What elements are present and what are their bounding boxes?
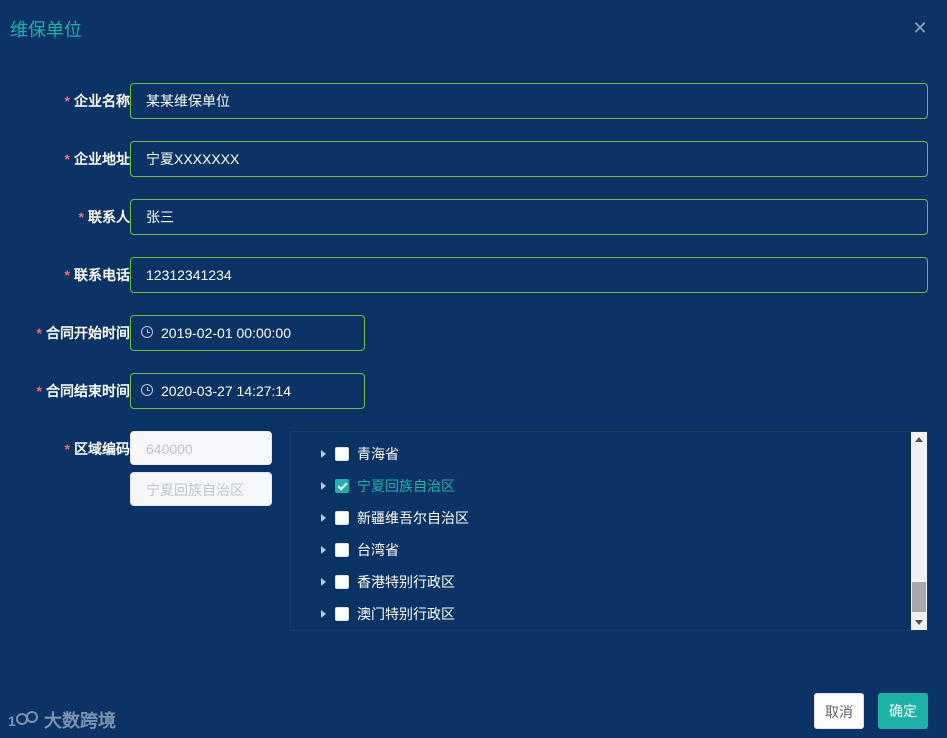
required-mark: * <box>64 151 70 167</box>
dialog-title: 维保单位 <box>10 20 82 40</box>
tree-node-label: 新疆维吾尔自治区 <box>357 510 469 526</box>
clock-icon <box>141 384 153 396</box>
watermark-text: 大数跨境 <box>44 711 116 731</box>
watermark-logo: 1 <box>8 711 38 729</box>
contract-start-label: * 合同开始时间 <box>36 325 130 341</box>
region-label: * 区域编码 <box>64 441 130 457</box>
scroll-up-arrow-icon[interactable] <box>915 437 923 442</box>
confirm-button[interactable]: 确定 <box>878 693 928 729</box>
contact-input[interactable]: 张三 <box>130 199 928 235</box>
required-mark: * <box>64 441 70 457</box>
caret-right-icon[interactable] <box>321 546 326 554</box>
cancel-button[interactable]: 取消 <box>814 693 864 729</box>
tree-node[interactable]: 香港特别行政区 <box>291 566 911 598</box>
tree-checkbox[interactable] <box>335 607 349 621</box>
required-mark: * <box>78 209 84 225</box>
tree-node-label: 澳门特别行政区 <box>357 606 455 622</box>
phone-input[interactable]: 12312341234 <box>130 257 928 293</box>
company-address-input[interactable]: 宁夏XXXXXXX <box>130 141 928 177</box>
contract-start-value: 2019-02-01 00:00:00 <box>161 325 291 341</box>
caret-right-icon[interactable] <box>321 610 326 618</box>
tree-scrollbar[interactable] <box>911 432 927 630</box>
contract-end-value: 2020-03-27 14:27:14 <box>161 383 291 399</box>
tree-node[interactable]: 青海省 <box>291 438 911 470</box>
tree-node-label: 香港特别行政区 <box>357 574 455 590</box>
phone-label: * 联系电话 <box>64 267 130 283</box>
scroll-down-arrow-icon[interactable] <box>915 620 923 625</box>
caret-right-icon[interactable] <box>321 514 326 522</box>
tree-checkbox[interactable] <box>335 543 349 557</box>
required-mark: * <box>64 93 70 109</box>
tree-node[interactable]: 澳门特别行政区 <box>291 598 911 630</box>
required-mark: * <box>36 383 42 399</box>
company-name-label: * 企业名称 <box>64 93 130 109</box>
tree-node-label: 青海省 <box>357 446 399 462</box>
watermark: 1 大数跨境 <box>8 706 116 734</box>
caret-right-icon[interactable] <box>321 450 326 458</box>
caret-right-icon[interactable] <box>321 482 326 490</box>
tree-node-label: 台湾省 <box>357 542 399 558</box>
required-mark: * <box>64 267 70 283</box>
contact-label: * 联系人 <box>78 209 130 225</box>
svg-text:1: 1 <box>8 713 16 729</box>
region-code-input: 640000 <box>130 431 272 465</box>
tree-checkbox[interactable] <box>335 575 349 589</box>
maintenance-unit-dialog: 维保单位 ✕ * 企业名称 某某维保单位 * 企业地址 宁夏XXXXXXX * 联系人… <box>0 0 947 738</box>
region-tree: 青海省 宁夏回族自治区 新疆维吾尔自治区 台湾省 香港特别行政区 澳门特别行政区 <box>290 431 928 631</box>
clock-icon <box>141 326 153 338</box>
contract-end-date-picker[interactable]: 2020-03-27 14:27:14 <box>130 373 365 409</box>
company-name-input[interactable]: 某某维保单位 <box>130 83 928 119</box>
company-address-label: * 企业地址 <box>64 151 130 167</box>
tree-checkbox[interactable] <box>335 511 349 525</box>
tree-node-label: 宁夏回族自治区 <box>357 478 455 494</box>
tree-checkbox-checked[interactable] <box>335 479 349 493</box>
tree-checkbox[interactable] <box>335 447 349 461</box>
contract-end-label: * 合同结束时间 <box>36 383 130 399</box>
scroll-thumb[interactable] <box>912 582 926 612</box>
tree-node[interactable]: 宁夏回族自治区 <box>291 470 911 502</box>
tree-node[interactable]: 新疆维吾尔自治区 <box>291 502 911 534</box>
tree-node[interactable]: 台湾省 <box>291 534 911 566</box>
required-mark: * <box>36 325 42 341</box>
contract-start-date-picker[interactable]: 2019-02-01 00:00:00 <box>130 315 365 351</box>
region-name-input: 宁夏回族自治区 <box>130 472 272 506</box>
close-icon[interactable]: ✕ <box>911 19 929 37</box>
caret-right-icon[interactable] <box>321 578 326 586</box>
